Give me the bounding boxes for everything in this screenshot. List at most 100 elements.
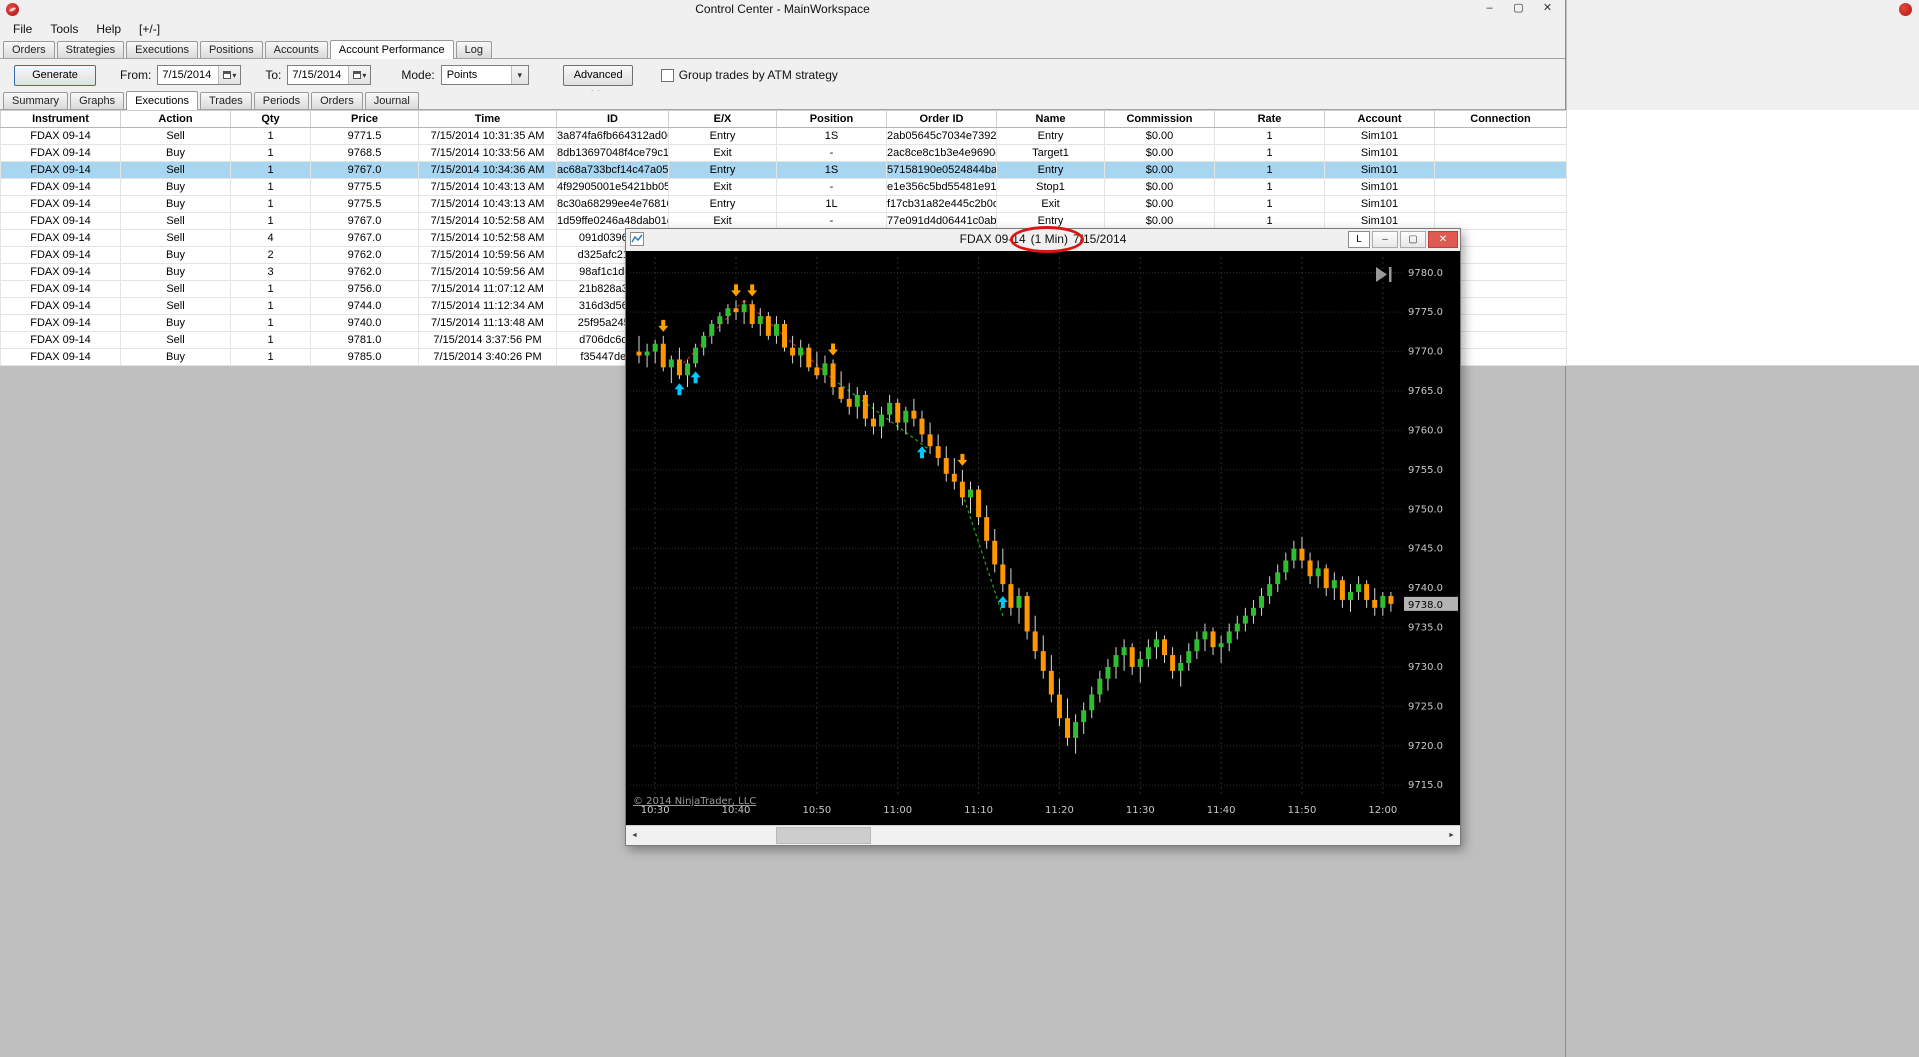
to-date-input[interactable] bbox=[288, 66, 349, 84]
tab-strategies[interactable]: Strategies bbox=[56, 41, 125, 58]
mode-select[interactable]: Points ▾ bbox=[440, 65, 529, 85]
y-axis-label: 9730.0 bbox=[1408, 662, 1443, 673]
go-to-end-icon[interactable] bbox=[1376, 267, 1387, 282]
col-action[interactable]: Action bbox=[120, 110, 231, 128]
menu-file[interactable]: File bbox=[4, 20, 41, 38]
candle-up bbox=[1145, 647, 1151, 660]
table-row[interactable]: FDAX 09-14 Buy 1 9768.5 7/15/2014 10:33:56 A… bbox=[0, 144, 1567, 162]
scroll-left-button[interactable]: ◄ bbox=[626, 826, 643, 845]
close-button[interactable]: ✕ bbox=[1533, 0, 1562, 18]
candle-down bbox=[1040, 651, 1046, 671]
candle-down bbox=[1210, 631, 1216, 648]
table-row[interactable]: FDAX 09-14 Sell 1 9767.0 7/15/2014 10:52:58 … bbox=[0, 212, 1567, 230]
tab-executions[interactable]: Executions bbox=[126, 41, 198, 58]
chart-close-button[interactable]: ✕ bbox=[1428, 231, 1458, 248]
tab-orders[interactable]: Orders bbox=[3, 41, 55, 58]
chevron-down-icon: ▾ bbox=[362, 70, 367, 80]
chevron-down-icon: ▾ bbox=[510, 66, 528, 84]
cell-id: 8db13697048f4ce79c16 bbox=[556, 144, 669, 162]
mode-label: Mode: bbox=[401, 68, 435, 82]
generate-button[interactable]: Generate bbox=[14, 64, 96, 86]
cell-action: Sell bbox=[120, 229, 231, 247]
candle-down bbox=[765, 316, 771, 336]
cell-name: Entry bbox=[996, 161, 1105, 179]
menu-tools[interactable]: Tools bbox=[41, 20, 87, 38]
scroll-right-button[interactable]: ► bbox=[1443, 826, 1460, 845]
candle-up bbox=[1347, 592, 1353, 600]
candle-up bbox=[773, 324, 779, 336]
cell-price: 9767.0 bbox=[310, 161, 419, 179]
col-order-id[interactable]: Order ID bbox=[886, 110, 997, 128]
from-date-picker-button[interactable]: ▾ bbox=[218, 66, 241, 84]
link-button[interactable]: L bbox=[1348, 231, 1370, 248]
y-axis-label: 9745.0 bbox=[1408, 544, 1443, 555]
tab-positions[interactable]: Positions bbox=[199, 41, 263, 58]
cell-connection bbox=[1434, 127, 1567, 145]
subtab-trades[interactable]: Trades bbox=[199, 92, 252, 109]
cell-time: 7/15/2014 3:37:56 PM bbox=[418, 331, 557, 349]
cell-action: Buy bbox=[120, 263, 231, 281]
go-to-end-icon[interactable] bbox=[1389, 267, 1392, 282]
chart-maximize-button[interactable]: ▢ bbox=[1400, 231, 1426, 248]
col-rate[interactable]: Rate bbox=[1214, 110, 1325, 128]
table-row[interactable]: FDAX 09-14 Buy 1 9775.5 7/15/2014 10:43:13 A… bbox=[0, 178, 1567, 196]
subtab-executions[interactable]: Executions bbox=[126, 91, 198, 110]
chart-scrollbar[interactable]: ◄ ► bbox=[626, 825, 1460, 845]
cell-rate: 1 bbox=[1214, 195, 1325, 213]
subtab-orders[interactable]: Orders bbox=[311, 92, 363, 109]
subtab-graphs[interactable]: Graphs bbox=[70, 92, 125, 109]
tab-accounts[interactable]: Accounts bbox=[264, 41, 328, 58]
menu-plus-minus[interactable]: [+/-] bbox=[130, 20, 169, 38]
cell-qty: 1 bbox=[230, 280, 311, 298]
menu-help[interactable]: Help bbox=[87, 20, 130, 38]
cell-rate: 1 bbox=[1214, 212, 1325, 230]
chart-minimize-button[interactable]: – bbox=[1372, 231, 1398, 248]
table-row[interactable]: FDAX 09-14 Sell 1 9771.5 7/15/2014 10:31:35 … bbox=[0, 127, 1567, 145]
subtab-journal[interactable]: Journal bbox=[364, 92, 419, 109]
cell-rate: 1 bbox=[1214, 144, 1325, 162]
to-label: To: bbox=[265, 68, 282, 82]
cell-price: 9775.5 bbox=[310, 178, 419, 196]
candle-down bbox=[1170, 655, 1176, 671]
price-chart[interactable]: 9780.0 9775.0 9770.0 9765.0 9760.0 9755.0 9750… bbox=[626, 251, 1460, 825]
col-commission[interactable]: Commission bbox=[1104, 110, 1215, 128]
cell-action: Buy bbox=[120, 348, 231, 366]
cell-time: 7/15/2014 11:12:34 AM bbox=[418, 297, 557, 315]
y-axis-label: 9780.0 bbox=[1408, 268, 1443, 279]
advanced-button[interactable]: Advanced >> bbox=[562, 64, 633, 100]
col-position[interactable]: Position bbox=[776, 110, 887, 128]
candle-up bbox=[685, 363, 691, 376]
candle-down bbox=[992, 540, 998, 565]
subtab-summary[interactable]: Summary bbox=[3, 92, 69, 109]
col-time[interactable]: Time bbox=[418, 110, 557, 128]
group-by-atm-checkbox[interactable] bbox=[660, 68, 674, 82]
tab-log[interactable]: Log bbox=[455, 41, 492, 58]
to-date-picker-button[interactable]: ▾ bbox=[348, 66, 371, 84]
cell-name: Entry bbox=[996, 212, 1105, 230]
cell-time: 7/15/2014 10:43:13 AM bbox=[418, 195, 557, 213]
candle-up bbox=[725, 308, 731, 317]
col-qty[interactable]: Qty bbox=[230, 110, 311, 128]
col-name[interactable]: Name bbox=[996, 110, 1105, 128]
tab-account-performance[interactable]: Account Performance bbox=[329, 40, 454, 59]
candle-down bbox=[870, 418, 876, 427]
col-account[interactable]: Account bbox=[1324, 110, 1435, 128]
col-id[interactable]: ID bbox=[556, 110, 669, 128]
scrollbar-thumb[interactable] bbox=[776, 827, 871, 844]
subtab-periods[interactable]: Periods bbox=[253, 92, 310, 109]
maximize-button[interactable]: ▢ bbox=[1504, 0, 1533, 18]
col-instrument[interactable]: Instrument bbox=[0, 110, 121, 128]
chart-titlebar[interactable]: FDAX 09-14 (1 Min) 7/15/2014 L – ▢ ✕ bbox=[626, 226, 1460, 253]
x-axis-label: 11:20 bbox=[1045, 805, 1074, 816]
cell-instrument: FDAX 09-14 bbox=[0, 348, 121, 366]
col-e-x[interactable]: E/X bbox=[668, 110, 777, 128]
col-price[interactable]: Price bbox=[310, 110, 419, 128]
from-date-input[interactable] bbox=[158, 66, 219, 84]
candle-up bbox=[967, 489, 973, 498]
cell-rate: 1 bbox=[1214, 161, 1325, 179]
col-connection[interactable]: Connection bbox=[1434, 110, 1567, 128]
table-row[interactable]: FDAX 09-14 Sell 1 9767.0 7/15/2014 10:34:36 … bbox=[0, 161, 1567, 179]
menubar: File Tools Help [+/-] bbox=[0, 19, 1565, 39]
table-row[interactable]: FDAX 09-14 Buy 1 9775.5 7/15/2014 10:43:13 A… bbox=[0, 195, 1567, 213]
minimize-button[interactable]: – bbox=[1475, 0, 1504, 18]
